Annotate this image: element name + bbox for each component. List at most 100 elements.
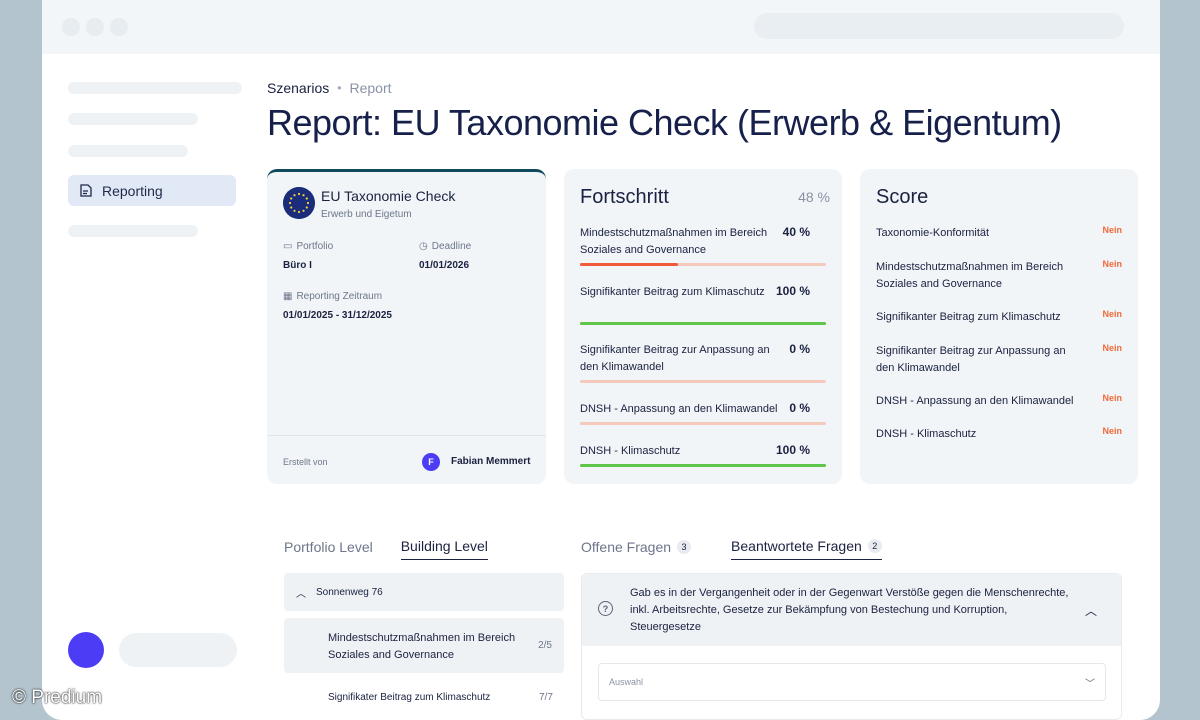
window-close-dot[interactable] [62, 18, 80, 36]
score-item-label: Mindestschutzmaßnahmen im Bereich Sozial… [876, 261, 1064, 290]
chevron-up-icon[interactable]: ︿ [296, 585, 306, 600]
progress-title: Fortschritt [580, 186, 669, 208]
breadcrumb-separator: • [337, 81, 342, 95]
deadline-value: 01/01/2026 [419, 260, 470, 271]
question-panel: ? Gab es in der Vergangenheit oder in de… [581, 573, 1122, 720]
building-subitem-count-2: 7/7 [539, 692, 553, 703]
window-minimize-dot[interactable] [86, 18, 104, 36]
breadcrumb-report: Report [349, 80, 392, 96]
progress-item: Mindestschutzmaßnahmen im Bereich Sozial… [580, 225, 826, 266]
address-bar[interactable] [754, 13, 1124, 39]
score-item-label: Taxonomie-Konformität [876, 227, 990, 239]
score-item-label: Signifikanter Beitrag zur Anpassung an d… [876, 345, 1066, 374]
card-divider [267, 435, 546, 436]
question-tabs: Offene Fragen 3 Beantwortete Fragen 2 [581, 538, 882, 560]
breadcrumb-scenarios[interactable]: Szenarios [267, 80, 329, 96]
level-tabs: Portfolio Level Building Level [284, 538, 488, 560]
progress-card: Fortschritt 48 % Mindestschutzmaßnahmen … [564, 169, 842, 484]
score-item-value: Nein [1102, 225, 1122, 235]
score-item: Taxonomie-Konformität Nein [876, 225, 1122, 242]
progress-item-value: 100 % [775, 284, 810, 298]
deadline-label: Deadline [431, 241, 472, 252]
building-name: Sonnenweg 76 [316, 586, 383, 598]
user-avatar[interactable] [68, 632, 104, 668]
sidebar-placeholder-1 [68, 82, 242, 94]
period-meta-label: ▦ Reporting Zeitraum [283, 291, 382, 302]
progress-item: DNSH - Anpassung an den Klimawandel 0 % [580, 401, 826, 425]
score-item-value: Nein [1102, 343, 1122, 353]
score-item-label: Signifikanter Beitrag zum Klimaschutz [876, 311, 1061, 323]
sidebar-placeholder-2 [68, 113, 198, 125]
sidebar-placeholder-3 [68, 145, 188, 157]
creator-name: Fabian Memmert [451, 456, 531, 467]
score-title: Score [876, 186, 929, 208]
progress-fill [580, 263, 679, 266]
building-row[interactable]: ︿ Sonnenweg 76 [284, 573, 564, 611]
sidebar-item-reporting[interactable]: Reporting [68, 175, 236, 206]
folder-icon: ▭ [283, 241, 293, 252]
building-subitem-label-2[interactable]: Signifikater Beitrag zum Klimaschutz [328, 692, 490, 703]
progress-item-label: Mindestschutzmaßnahmen im Bereich Sozial… [580, 227, 768, 256]
check-card: EU Taxonomie Check Erwerb und Eigetum ▭ … [267, 169, 546, 484]
progress-item: Signifikanter Beitrag zum Klimaschutz 10… [580, 284, 826, 325]
score-item: DNSH - Anpassung an den Klimawandel Nein [876, 393, 1122, 410]
question-text: Gab es in der Vergangenheit oder in der … [630, 587, 1069, 633]
progress-track [580, 263, 826, 266]
question-icon: ? [598, 601, 613, 616]
progress-item: Signifikanter Beitrag zur Anpassung an d… [580, 342, 826, 383]
score-item-value: Nein [1102, 426, 1122, 436]
tab-answered-questions[interactable]: Beantwortete Fragen 2 [731, 538, 882, 560]
tab-open-questions[interactable]: Offene Fragen 3 [581, 538, 692, 560]
chevron-down-icon: ﹀ [1085, 679, 1095, 690]
creator-avatar: F [422, 453, 440, 471]
check-title: EU Taxonomie Check [321, 188, 456, 204]
progress-item-value: 0 % [789, 401, 810, 415]
period-label: Reporting Zeitraum [296, 291, 383, 302]
sidebar-item-label: Reporting [102, 182, 163, 199]
question-header[interactable]: ? Gab es in der Vergangenheit oder in de… [582, 574, 1121, 646]
progress-track [580, 322, 826, 325]
building-subitem[interactable]: Mindestschutzmaßnahmen im Bereich Sozial… [284, 618, 564, 673]
progress-item-label: DNSH - Klimaschutz [580, 445, 681, 457]
score-item-label: DNSH - Anpassung an den Klimawandel [876, 395, 1074, 407]
progress-fill [580, 464, 826, 467]
building-subitem-count: 2/5 [538, 640, 552, 651]
answered-count-badge: 2 [867, 539, 882, 553]
score-item: DNSH - Klimaschutz Nein [876, 426, 1122, 443]
period-value: 01/01/2025 - 31/12/2025 [283, 310, 392, 321]
tab-building-level[interactable]: Building Level [400, 538, 488, 560]
window-maximize-dot[interactable] [110, 18, 128, 36]
tab-answered-questions-label: Beantwortete Fragen [731, 538, 862, 554]
answer-select[interactable]: Auswahl ﹀ [598, 663, 1106, 701]
tab-portfolio-level[interactable]: Portfolio Level [284, 538, 373, 560]
progress-item: DNSH - Klimaschutz 100 % [580, 443, 826, 467]
open-count-badge: 3 [677, 539, 692, 554]
user-name-placeholder [119, 633, 237, 667]
check-subtitle: Erwerb und Eigetum [321, 209, 412, 220]
breadcrumb: Szenarios • Report [267, 80, 392, 96]
portfolio-label: Portfolio [296, 241, 334, 252]
progress-item-label: DNSH - Anpassung an den Klimawandel [580, 403, 778, 415]
report-icon [80, 184, 92, 197]
app-window: Reporting Szenarios • Report Report: EU … [42, 0, 1160, 720]
progress-item-label: Signifikanter Beitrag zur Anpassung an d… [580, 344, 770, 373]
portfolio-value: Büro I [283, 260, 312, 271]
title-bar [42, 0, 1160, 54]
progress-total: 48 % [798, 189, 830, 205]
tab-open-questions-label: Offene Fragen [581, 538, 672, 555]
progress-track [580, 422, 826, 425]
chevron-up-icon[interactable]: ︿ [1085, 602, 1097, 619]
eu-flag-icon [283, 187, 315, 219]
score-item-value: Nein [1102, 259, 1122, 269]
portfolio-meta-label: ▭ Portfolio [283, 241, 333, 252]
progress-track [580, 380, 826, 383]
deadline-meta-label: ◷ Deadline [419, 241, 471, 252]
building-subitem-label: Mindestschutzmaßnahmen im Bereich Sozial… [328, 632, 516, 661]
watermark: © Predium [12, 687, 103, 708]
answer-select-placeholder: Auswahl [609, 677, 644, 687]
progress-item-label: Signifikanter Beitrag zum Klimaschutz [580, 286, 765, 298]
progress-item-value: 100 % [775, 443, 810, 457]
sidebar-placeholder-4 [68, 225, 198, 237]
calendar-icon: ▦ [283, 291, 293, 302]
created-by-label: Erstellt von [283, 457, 328, 467]
